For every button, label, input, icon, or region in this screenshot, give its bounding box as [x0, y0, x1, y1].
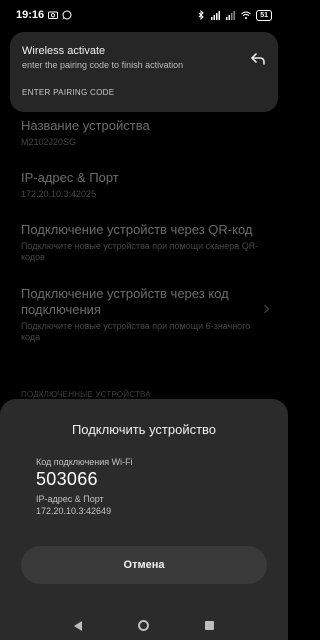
pair-device-dialog: Подключить устройство Код подключения Wi… — [0, 399, 288, 611]
home-icon[interactable] — [138, 620, 149, 631]
pairing-code-value: 503066 — [36, 469, 98, 489]
reply-icon[interactable] — [250, 52, 266, 66]
notification-title: Wireless activate — [22, 45, 106, 57]
camera-notification-icon — [48, 11, 59, 19]
cancel-button[interactable]: Отмена — [21, 546, 267, 584]
signal-icon-2 — [226, 11, 236, 20]
ip-port-value: 172.20.10.3:42025 — [21, 189, 97, 199]
notification-subtitle: enter the pairing code to finish activat… — [22, 60, 184, 70]
ip-port-value-dialog: 172.20.10.3:42649 — [36, 506, 112, 516]
qr-pairing-item[interactable]: Подключение устройств через QR-код Подкл… — [21, 222, 261, 263]
ip-port-label: IP-адрес & Порт — [36, 494, 104, 504]
status-left: 19:16 — [16, 9, 72, 21]
qr-pairing-title: Подключение устройств через QR-код — [21, 222, 253, 237]
device-name-value: M2102J20SG — [21, 137, 77, 147]
code-pairing-item[interactable]: Подключение устройств через код подключе… — [21, 286, 261, 343]
code-pairing-title: Подключение устройств через код подключе… — [21, 286, 229, 317]
paired-devices-header: ПОДКЛЮЧЕННЫЕ УСТРОЙСТВА — [21, 390, 151, 399]
code-pairing-subtitle: Подключите новые устройства при помощи 6… — [21, 321, 251, 342]
status-bar: 19:16 51 — [0, 0, 288, 30]
enter-pairing-code-button[interactable]: ENTER PAIRING CODE — [22, 88, 114, 97]
dialog-title: Подключить устройство — [71, 422, 217, 437]
qr-pairing-subtitle: Подключите новые устройства при помощи с… — [21, 241, 259, 262]
back-icon[interactable] — [74, 620, 82, 631]
recent-apps-icon[interactable] — [205, 621, 214, 630]
status-right: 51 — [196, 9, 272, 21]
status-time: 19:16 — [16, 9, 45, 21]
ip-port-item[interactable]: IP-адрес & Порт 172.20.10.3:42025 — [21, 170, 261, 200]
signal-icon — [211, 11, 221, 20]
pairing-code-label: Код подключения Wi-Fi — [36, 457, 133, 467]
navigation-bar — [0, 611, 288, 640]
notification-card[interactable]: Wireless activate enter the pairing code… — [10, 32, 278, 112]
device-name-title: Название устройства — [21, 118, 150, 133]
background-settings: Название устройства M2102J20SG IP-адрес … — [0, 110, 288, 410]
device-name-item[interactable]: Название устройства M2102J20SG — [21, 118, 261, 148]
bluetooth-icon — [198, 10, 204, 20]
whatsapp-icon — [62, 10, 72, 20]
ip-port-title: IP-адрес & Порт — [21, 170, 119, 185]
battery-icon: 51 — [256, 9, 272, 21]
wifi-icon — [241, 11, 252, 19]
